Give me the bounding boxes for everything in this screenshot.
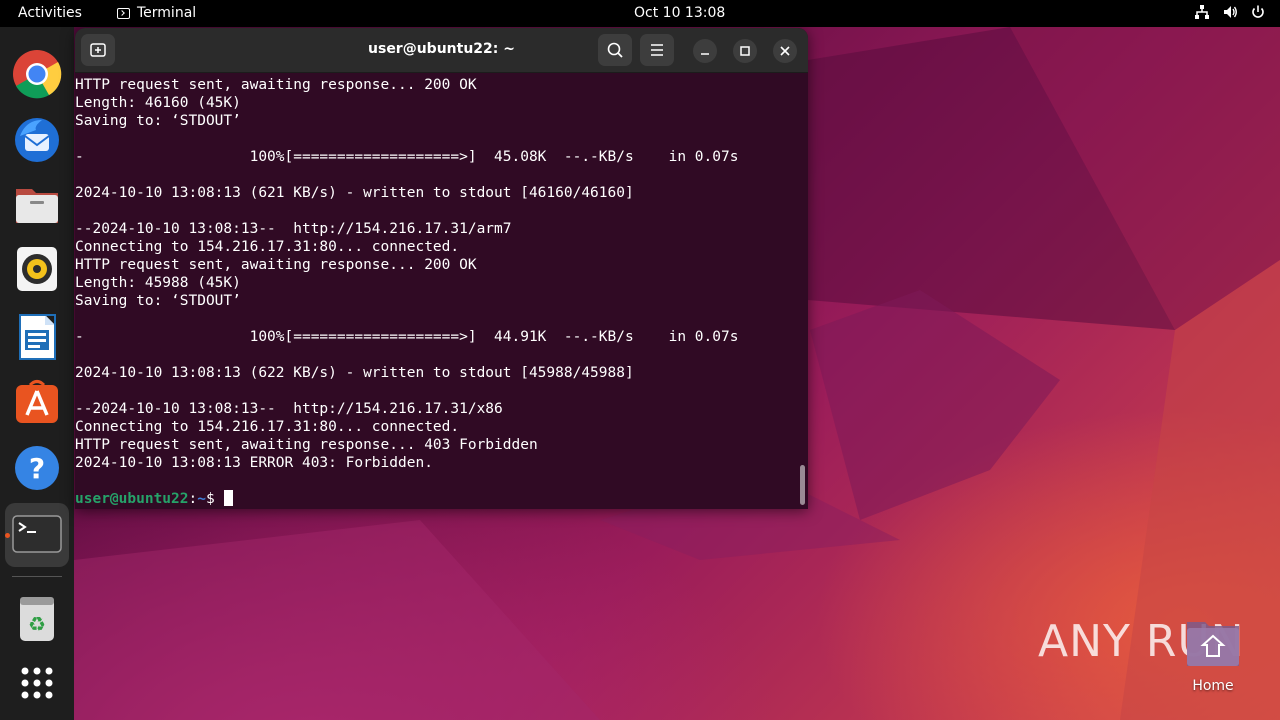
text-cursor bbox=[224, 490, 234, 506]
dock-item-writer[interactable] bbox=[12, 312, 62, 362]
clock[interactable]: Oct 10 13:08 bbox=[634, 5, 725, 21]
writer-icon bbox=[19, 314, 56, 360]
prompt-separator: : bbox=[188, 491, 198, 507]
dock-item-trash[interactable]: ♻ bbox=[12, 593, 62, 643]
prompt-path: ~ bbox=[197, 491, 206, 507]
chrome-icon bbox=[13, 50, 62, 99]
search-icon bbox=[607, 42, 623, 58]
terminal-icon bbox=[117, 7, 130, 19]
volume-icon bbox=[1222, 4, 1238, 20]
terminal-line: Saving to: ‘STDOUT’ bbox=[75, 113, 241, 129]
terminal-scrollbar[interactable] bbox=[800, 465, 805, 505]
dock-item-terminal[interactable] bbox=[5, 503, 69, 567]
terminal-window[interactable]: user@ubuntu22: ~ HTTP request sent, awai… bbox=[75, 28, 808, 509]
terminal-line: HTTP request sent, awaiting response... … bbox=[75, 437, 538, 453]
desktop-home-label: Home bbox=[1192, 678, 1234, 694]
svg-text:♻: ♻ bbox=[28, 612, 46, 636]
minimize-button[interactable] bbox=[693, 39, 717, 63]
terminal-line: HTTP request sent, awaiting response... … bbox=[75, 77, 477, 93]
trash-icon: ♻ bbox=[20, 597, 54, 641]
terminal-output[interactable]: HTTP request sent, awaiting response... … bbox=[75, 73, 808, 509]
close-icon bbox=[780, 46, 790, 56]
prompt-user-host: user@ubuntu22 bbox=[75, 491, 189, 507]
terminal-line: 2024-10-10 13:08:13 ERROR 403: Forbidden… bbox=[75, 455, 433, 471]
terminal-line: --2024-10-10 13:08:13-- http://154.216.1… bbox=[75, 221, 512, 237]
terminal-line: Connecting to 154.216.17.31:80... connec… bbox=[75, 419, 460, 435]
search-button[interactable] bbox=[598, 34, 632, 66]
terminal-icon bbox=[12, 515, 62, 553]
svg-text:?: ? bbox=[29, 452, 45, 485]
terminal-line: HTTP request sent, awaiting response... … bbox=[75, 257, 477, 273]
dock-item-thunderbird[interactable] bbox=[12, 114, 62, 164]
app-menu[interactable]: Terminal bbox=[117, 5, 196, 21]
menu-button[interactable] bbox=[640, 34, 674, 66]
dock-item-files[interactable] bbox=[12, 179, 62, 229]
dock-item-rhythmbox[interactable] bbox=[12, 244, 62, 294]
running-indicator bbox=[5, 533, 10, 538]
terminal-line: --2024-10-10 13:08:13-- http://154.216.1… bbox=[75, 401, 503, 417]
dock-item-app-center[interactable] bbox=[12, 377, 62, 427]
maximize-button[interactable] bbox=[733, 39, 757, 63]
desktop-home-icon[interactable] bbox=[1185, 618, 1241, 668]
prompt-symbol: $ bbox=[205, 491, 224, 507]
app-grid-icon bbox=[21, 667, 53, 699]
thunderbird-icon bbox=[15, 118, 59, 162]
rhythmbox-icon bbox=[17, 247, 57, 291]
system-tray[interactable] bbox=[1194, 4, 1266, 20]
top-bar: Activities Terminal Oct 10 13:08 bbox=[0, 0, 1280, 27]
dock-item-help[interactable]: ? bbox=[12, 443, 62, 493]
terminal-line: - 100%[===================>] 44.91K --.-… bbox=[75, 329, 739, 345]
power-icon bbox=[1250, 4, 1266, 20]
terminal-line: 2024-10-10 13:08:13 (622 KB/s) - written… bbox=[75, 365, 634, 381]
close-button[interactable] bbox=[773, 39, 797, 63]
prompt-line[interactable]: user@ubuntu22:~$ bbox=[75, 490, 234, 508]
terminal-line: Length: 45988 (45K) bbox=[75, 275, 241, 291]
hamburger-menu-icon bbox=[651, 44, 663, 56]
files-icon bbox=[16, 189, 58, 223]
dock-item-chrome[interactable] bbox=[12, 49, 62, 99]
terminal-titlebar[interactable]: user@ubuntu22: ~ bbox=[75, 28, 808, 73]
terminal-line: Connecting to 154.216.17.31:80... connec… bbox=[75, 239, 460, 255]
maximize-icon bbox=[740, 46, 750, 56]
terminal-line: Length: 46160 (45K) bbox=[75, 95, 241, 111]
network-icon bbox=[1194, 4, 1210, 20]
app-center-icon bbox=[16, 380, 58, 423]
terminal-line: - 100%[===================>] 45.08K --.-… bbox=[75, 149, 739, 165]
dock-separator bbox=[12, 576, 62, 577]
app-menu-label: Terminal bbox=[137, 5, 197, 21]
terminal-line: 2024-10-10 13:08:13 (621 KB/s) - written… bbox=[75, 185, 634, 201]
minimize-icon bbox=[701, 53, 709, 55]
show-apps-button[interactable] bbox=[12, 658, 62, 708]
terminal-line: Saving to: ‘STDOUT’ bbox=[75, 293, 241, 309]
help-icon: ? bbox=[15, 446, 59, 490]
dock: ? ♻ bbox=[0, 27, 74, 720]
home-folder-icon bbox=[1187, 622, 1239, 666]
activities-button[interactable]: Activities bbox=[18, 5, 82, 21]
